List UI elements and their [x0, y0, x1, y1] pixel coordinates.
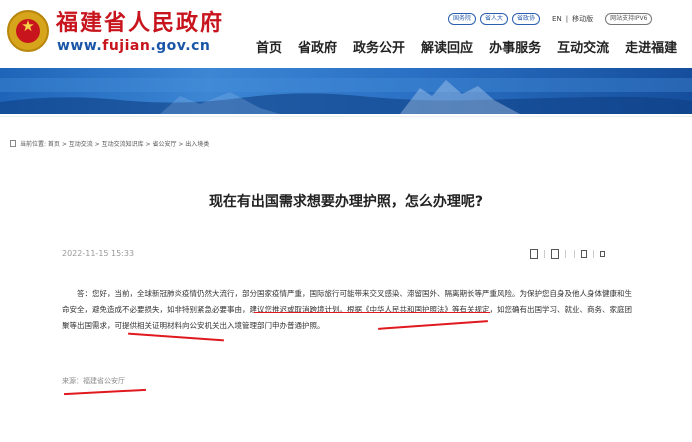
top-divider: | — [565, 15, 569, 23]
lang-english-link[interactable]: EN — [552, 15, 562, 23]
top-links: 国务院 省人大 省政协 EN | 移动版 网站支持IPV6 — [448, 11, 653, 27]
ipv6-badge: 网站支持IPV6 — [605, 13, 653, 25]
tool-separator — [565, 250, 566, 258]
article-title: 现在有出国需求想要办理护照，怎么办理呢? — [208, 194, 484, 210]
tool-separator — [544, 250, 545, 258]
share-icon[interactable] — [551, 249, 559, 259]
nav-about-fujian[interactable]: 走进福建 — [625, 40, 677, 58]
tool-separator — [574, 250, 575, 258]
annotation-underline — [254, 312, 490, 313]
banner-divider — [0, 116, 692, 117]
nav-gov-affairs[interactable]: 政务公开 — [353, 40, 405, 58]
location-icon — [10, 140, 16, 147]
article-body: 答：您好，当前，全球新冠肺炎疫情仍然大流行，部分国家疫情严重，国际旅行可能带来交… — [62, 286, 634, 334]
print-icon[interactable] — [530, 249, 538, 259]
mobile-version-link[interactable]: 移动版 — [572, 14, 593, 24]
url-suffix: .gov.cn — [150, 38, 211, 54]
banner-landscape — [0, 78, 692, 114]
nav-interaction[interactable]: 互动交流 — [557, 40, 609, 58]
nav-services[interactable]: 办事服务 — [489, 40, 541, 58]
font-small-icon[interactable] — [600, 251, 605, 257]
site-url[interactable]: www.fujian.gov.cn — [57, 38, 210, 54]
national-emblem-icon[interactable]: ★ — [7, 10, 49, 52]
link-provincial-cppcc[interactable]: 省政协 — [512, 13, 541, 25]
emblem-star-icon: ★ — [21, 17, 35, 35]
article-tools — [530, 247, 605, 261]
article-paragraph: 答：您好，当前，全球新冠肺炎疫情仍然大流行，部分国家疫情严重，国际旅行可能带来交… — [62, 286, 634, 334]
publish-date: 2022-11-15 15:33 — [62, 249, 135, 258]
url-prefix: www. — [57, 38, 103, 54]
font-large-icon[interactable] — [581, 250, 587, 258]
site-name[interactable]: 福建省人民政府 — [56, 10, 224, 36]
nav-provincial-gov[interactable]: 省政府 — [298, 40, 337, 58]
nav-home[interactable]: 首页 — [256, 40, 282, 58]
site-header: ★ 福建省人民政府 www.fujian.gov.cn 国务院 省人大 省政协 … — [0, 0, 692, 68]
breadcrumb-text[interactable]: 当前位置: 首页 > 互动交流 > 互动交流知识库 > 省公安厅 > 出入境类 — [20, 141, 209, 148]
link-state-council[interactable]: 国务院 — [448, 13, 477, 25]
main-nav: 首页 省政府 政务公开 解读回应 办事服务 互动交流 走进福建 — [256, 40, 677, 58]
url-mid: fujian — [102, 38, 151, 54]
link-provincial-congress[interactable]: 省人大 — [480, 13, 509, 25]
article-source: 来源：福建省公安厅 — [62, 377, 125, 385]
breadcrumb: 当前位置: 首页 > 互动交流 > 互动交流知识库 > 省公安厅 > 出入境类 — [10, 140, 209, 149]
annotation-arrow — [64, 388, 146, 396]
nav-interpretation[interactable]: 解读回应 — [421, 40, 473, 58]
tool-separator — [593, 250, 594, 258]
header-banner — [0, 68, 692, 114]
